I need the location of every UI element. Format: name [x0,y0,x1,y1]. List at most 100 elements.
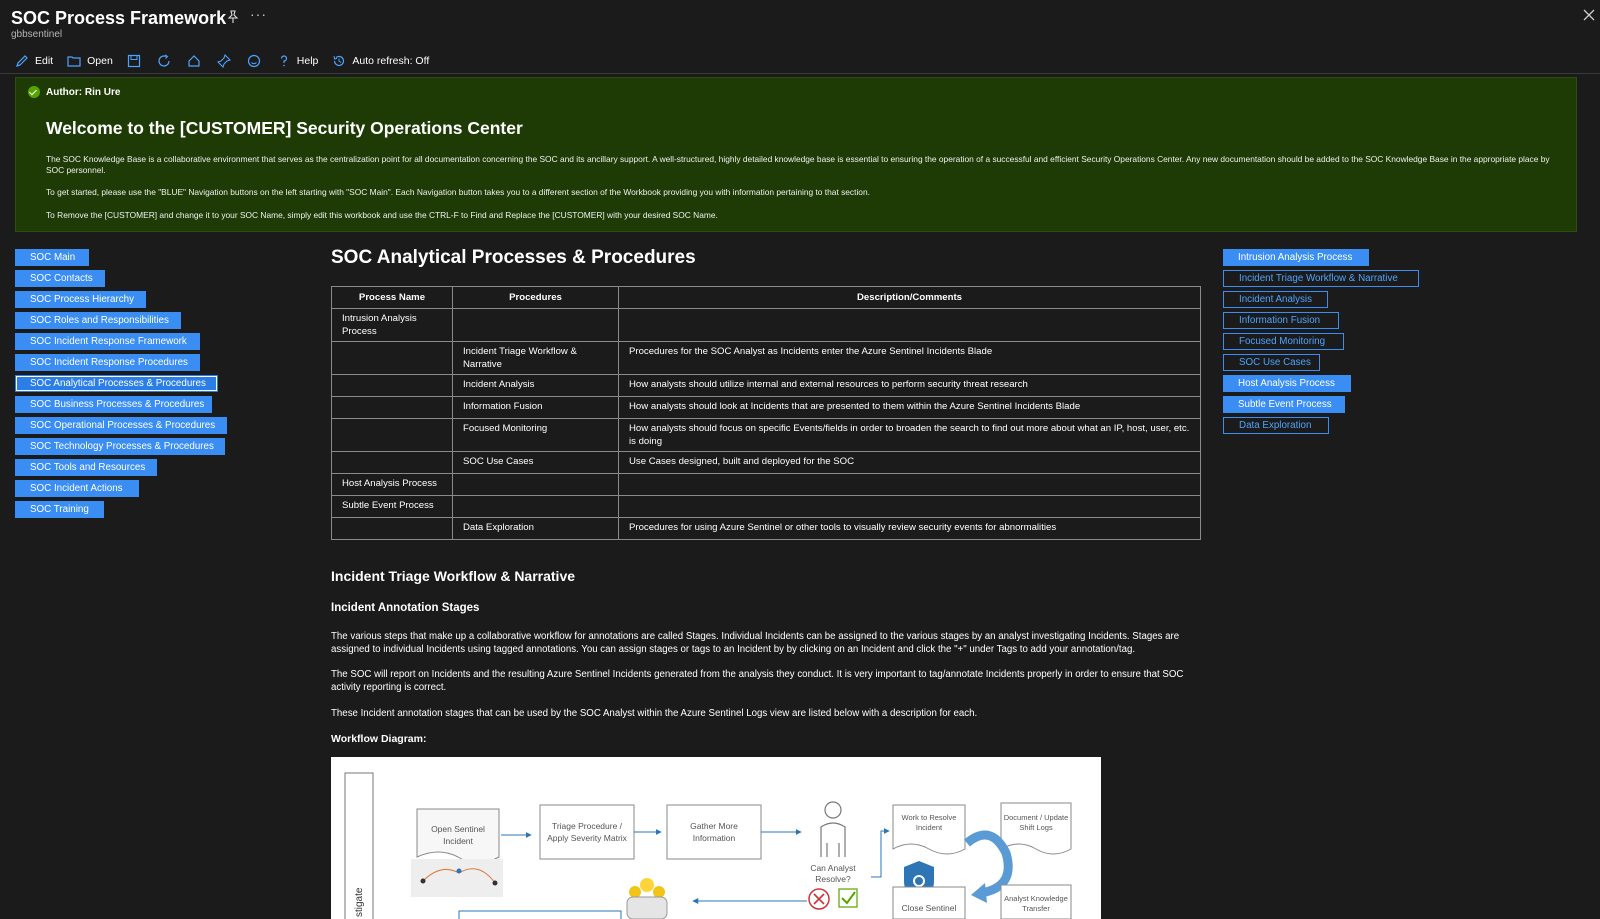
nav-incident-response-framework[interactable]: SOC Incident Response Framework [15,333,200,350]
nav-soc-process-hierarchy[interactable]: SOC Process Hierarchy [15,291,146,308]
table-cell: Host Analysis Process [331,473,453,496]
table-cell [331,374,453,397]
table-row: Data Exploration Procedures for using Azu… [331,517,1201,540]
nav-incident-actions[interactable]: SOC Incident Actions [15,480,139,497]
table-cell [331,517,453,540]
table-cell: SOC Use Cases [452,451,619,474]
gather-box [666,804,762,860]
column-header: Description/Comments [618,286,1201,309]
nav-information-fusion[interactable]: Information Fusion [1223,312,1339,329]
nav-soc-main[interactable]: SOC Main [15,249,89,266]
refresh-button[interactable] [157,49,171,73]
gather-label: Information [693,833,736,843]
table-cell: Subtle Event Process [331,495,453,518]
flow-arrow [871,828,890,878]
nav-analytical-processes[interactable]: SOC Analytical Processes & Procedures [15,375,218,392]
open-incident-label: Incident [443,836,473,846]
nav-focused-monitoring[interactable]: Focused Monitoring [1223,333,1344,350]
nav-soc-use-cases[interactable]: SOC Use Cases [1223,354,1320,371]
nav-business-processes[interactable]: SOC Business Processes & Procedures [15,396,212,413]
save-button[interactable] [127,49,141,73]
table-cell [331,341,453,375]
table-cell: How analysts should focus on specific Ev… [618,418,1201,452]
nav-incident-triage[interactable]: Incident Triage Workflow & Narrative [1223,270,1419,287]
nav-soc-roles[interactable]: SOC Roles and Responsibilities [15,312,181,329]
toolbar: Edit Open Help Auto refresh: Off [0,48,1600,74]
triage-label: Triage Procedure / [552,821,623,831]
help-icon [280,54,287,66]
table-cell [452,495,619,518]
share-button[interactable] [187,49,201,73]
pin-toolbar-icon [216,53,231,68]
author-label: Author: Rin Ure [46,86,121,98]
help-button[interactable]: Help [277,49,318,73]
table-row: Incident Analysis How analysts should uti… [331,374,1201,397]
open-button[interactable]: Open [67,49,113,73]
open-label: Open [87,54,113,67]
feedback-button[interactable] [247,49,261,73]
title-bar: SOC Process Framework ··· gbbsentinel [0,0,1600,46]
workflow-label: Workflow Diagram: [331,733,427,745]
table-cell: Incident Analysis [452,374,619,397]
document-label: Shift Logs [1019,823,1053,832]
table-cell [618,473,1201,496]
welcome-heading: Welcome to the [CUSTOMER] Security Opera… [46,118,523,138]
banner-paragraph: To get started, please use the "BLUE" Na… [46,187,870,197]
section-title: SOC Analytical Processes & Procedures [331,247,696,268]
cloud-icon [188,54,200,67]
author-line: Author: Rin Ure [28,86,120,98]
cycle-arrow-head [971,883,987,903]
more-icon[interactable]: ··· [250,6,267,22]
smiley-icon [247,54,260,67]
team-icon [629,886,641,898]
team-icon [640,878,654,892]
graph-node [420,878,426,884]
nav-host-analysis[interactable]: Host Analysis Process [1223,375,1351,392]
body-paragraph: The various steps that make up a collabo… [331,631,1180,655]
triage-box [539,804,635,860]
save-icon [127,54,140,67]
swimlane-label: stigate [354,887,365,917]
nav-subtle-event[interactable]: Subtle Event Process [1223,396,1345,413]
nav-incident-analysis[interactable]: Incident Analysis [1223,291,1328,308]
subsection-heading: Incident Triage Workflow & Narrative [331,568,576,584]
auto-refresh-button[interactable]: Auto refresh: Off [332,49,429,73]
graph-node [456,868,462,874]
nav-data-exploration[interactable]: Data Exploration [1223,417,1329,434]
table-cell: Information Fusion [452,396,619,419]
refresh-icon [158,54,170,67]
page-title: SOC Process Framework [11,8,227,28]
process-table: Process Name Procedures Description/Comm… [331,286,1201,540]
triage-label: Apply Severity Matrix [547,833,628,843]
nav-soc-contacts[interactable]: SOC Contacts [15,270,105,287]
analyst-icon [824,801,842,819]
close-icon[interactable] [1582,8,1596,22]
nav-incident-response-procedures[interactable]: SOC Incident Response Procedures [15,354,200,371]
table-cell [331,451,453,474]
banner-paragraph: The SOC Knowledge Base is a collaborativ… [46,154,1550,175]
table-row: Information Fusion How analysts should lo… [331,396,1201,419]
nav-operational-processes[interactable]: SOC Operational Processes & Procedures [15,417,227,434]
table-cell: Data Exploration [452,517,619,540]
return-line [458,910,622,919]
gather-label: Gather More [690,821,738,831]
table-cell [331,396,453,419]
pin-dashboard-button[interactable] [216,49,231,73]
body-paragraph: The SOC will report on Incidents and the… [331,669,1184,693]
history-icon [333,55,345,66]
table-cell [618,308,1201,342]
nav-soc-training[interactable]: SOC Training [15,501,104,518]
nav-tools-resources[interactable]: SOC Tools and Resources [15,459,157,476]
table-header-row: Process Name Procedures Description/Comm… [331,286,1201,309]
table-row: SOC Use Cases Use Cases designed, built a… [331,451,1201,474]
edit-button[interactable]: Edit [15,49,53,73]
nav-intrusion-analysis[interactable]: Intrusion Analysis Process [1223,249,1369,266]
knowledge-label: Analyst Knowledge [1004,894,1068,903]
column-header: Procedures [452,286,619,309]
nav-technology-processes[interactable]: SOC Technology Processes & Procedures [15,438,225,455]
work-resolve-label: Incident [916,823,943,832]
open-icon [67,55,81,67]
table-cell: How analysts should look at Incidents th… [618,396,1201,419]
table-cell: How analysts should utilize internal and… [618,374,1201,397]
pin-icon[interactable] [226,10,240,24]
